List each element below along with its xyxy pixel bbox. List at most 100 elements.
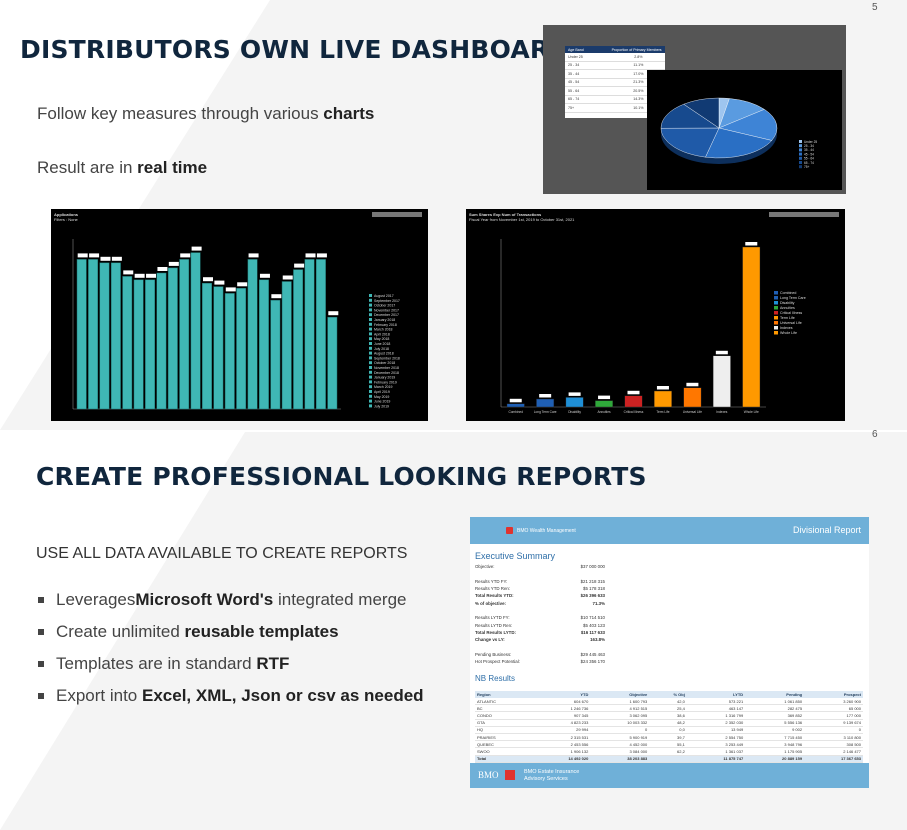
legend-swatch <box>369 375 372 379</box>
applications-bar[interactable] <box>213 286 224 410</box>
transactions-chart-panel: Sum Shares Exp Num of Transactions Fisca… <box>466 209 845 421</box>
pie-legend-swatch <box>799 156 802 160</box>
pie-chart: Under 2525 - 3435 - 4445 - 5455 - 6465 -… <box>660 97 817 169</box>
category-label: Universal Life <box>683 410 703 414</box>
nb-cell: 907 345 <box>531 711 591 720</box>
legend-swatch <box>369 385 372 389</box>
category-label: Indexes <box>716 410 728 414</box>
legend-swatch <box>369 366 372 369</box>
bar-value-label <box>203 277 213 282</box>
nb-total-cell: 20 889 159 <box>745 755 805 763</box>
transactions-bar[interactable] <box>712 355 731 408</box>
legend-label: Long Term Care <box>780 296 806 300</box>
bullet-square-icon <box>38 693 44 699</box>
exec-summary-row <box>475 607 605 614</box>
applications-bar[interactable] <box>236 288 247 410</box>
applications-bar[interactable] <box>281 281 292 410</box>
applications-bar[interactable] <box>99 262 110 410</box>
legend-label: September 2018 <box>374 356 400 360</box>
applications-bar[interactable] <box>315 259 326 410</box>
pie-legend-swatch <box>799 140 802 143</box>
applications-bar[interactable] <box>122 276 133 410</box>
applications-bar[interactable] <box>76 259 87 410</box>
nb-cell: 55,1 <box>649 740 687 749</box>
pie-legend-swatch <box>799 161 802 164</box>
pie-legend-swatch <box>799 148 802 152</box>
legend-swatch <box>369 356 372 360</box>
applications-bar[interactable] <box>133 279 144 410</box>
applications-bar[interactable] <box>259 279 269 410</box>
applications-bar[interactable] <box>224 293 235 410</box>
nb-cell: 3 260 900 <box>804 698 863 706</box>
applications-bar[interactable] <box>202 282 212 410</box>
nb-table-row: QUEBEC 2 453 556 4 452 000 55,1 3 253 449 3 9… <box>475 740 863 749</box>
legend-swatch <box>369 370 372 374</box>
applications-bar[interactable] <box>156 272 167 410</box>
nb-cell: HQ <box>475 726 532 734</box>
legend-swatch <box>369 313 372 317</box>
transactions-bar[interactable] <box>624 395 643 408</box>
nb-cell: 0 <box>804 726 863 734</box>
legend-swatch <box>774 326 778 330</box>
applications-bar[interactable] <box>110 262 121 410</box>
transactions-bar[interactable] <box>565 397 584 408</box>
applications-bar[interactable] <box>179 259 190 410</box>
legend-label: June 2019 <box>374 400 390 404</box>
applications-bar[interactable] <box>270 299 281 410</box>
nb-cell: PRAIRIES <box>475 733 532 742</box>
transactions-bar[interactable] <box>595 400 613 408</box>
legend-swatch <box>369 404 372 408</box>
nb-cell: 3 948 796 <box>745 740 805 749</box>
exec-summary-row: Results YTD FY: $21 218 315 <box>475 578 605 584</box>
nb-cell: CONDO <box>475 711 532 720</box>
applications-bar[interactable] <box>327 316 338 410</box>
legend-swatch <box>369 332 372 336</box>
bar-value-label <box>157 267 168 271</box>
legend-swatch <box>369 303 372 307</box>
nb-cell: 1 175 905 <box>745 747 805 756</box>
legend-label: April 2019 <box>374 390 390 394</box>
nb-header-cell: Pending <box>745 691 805 698</box>
bar-value-label <box>123 270 134 275</box>
legend-swatch <box>774 296 778 300</box>
report-brand: BMO Wealth Management <box>517 528 576 534</box>
bar-value-label <box>316 253 327 258</box>
legend-label: Term Life <box>780 316 795 320</box>
bar-value-label <box>77 253 88 258</box>
nb-cell: 65 000 <box>804 704 863 713</box>
pie-legend-label: 75+ <box>804 165 810 169</box>
nb-cell: 3 110 800 <box>804 733 863 742</box>
legend-swatch <box>369 390 372 393</box>
applications-bar[interactable] <box>88 259 99 410</box>
age-table-row: Under 25 2.8% <box>565 53 665 62</box>
applications-bar[interactable] <box>293 269 304 410</box>
nb-cell: 3 062 095 <box>590 711 650 720</box>
applications-bar[interactable] <box>304 259 315 410</box>
bmo-logo-icon <box>506 527 513 534</box>
applications-bar[interactable] <box>145 279 155 410</box>
transactions-bar[interactable] <box>506 403 525 408</box>
nb-header-cell: Region <box>475 691 532 698</box>
bar-value-label <box>568 392 581 396</box>
bar-value-label <box>225 287 236 292</box>
nb-cell: 177 000 <box>804 711 863 720</box>
transactions-bar[interactable] <box>654 390 672 408</box>
applications-bar[interactable] <box>167 267 178 410</box>
legend-label: February 2018 <box>374 323 397 327</box>
legend-swatch <box>369 294 372 297</box>
nb-cell: 39,7 <box>649 733 687 742</box>
applications-bar[interactable] <box>190 252 201 410</box>
nb-results-title: NB Results <box>475 674 516 683</box>
nb-header-cell: Objective <box>590 691 650 698</box>
category-label: Combined <box>508 410 523 414</box>
bar-value-label <box>237 282 248 287</box>
slide-title-reports: CREATE PROFESSIONAL LOOKING REPORTS <box>36 462 647 491</box>
transactions-bar[interactable] <box>536 398 555 408</box>
applications-bar[interactable] <box>247 259 258 410</box>
bar-value-label <box>259 273 270 278</box>
transactions-bar[interactable] <box>683 387 702 408</box>
nb-table-body: ATLANTIC 604 670 1 600 793 42,0 573 221 1 061… <box>475 698 863 763</box>
category-label: Disability <box>568 410 581 414</box>
bar-value-label <box>656 386 669 390</box>
transactions-bar[interactable] <box>742 246 761 408</box>
